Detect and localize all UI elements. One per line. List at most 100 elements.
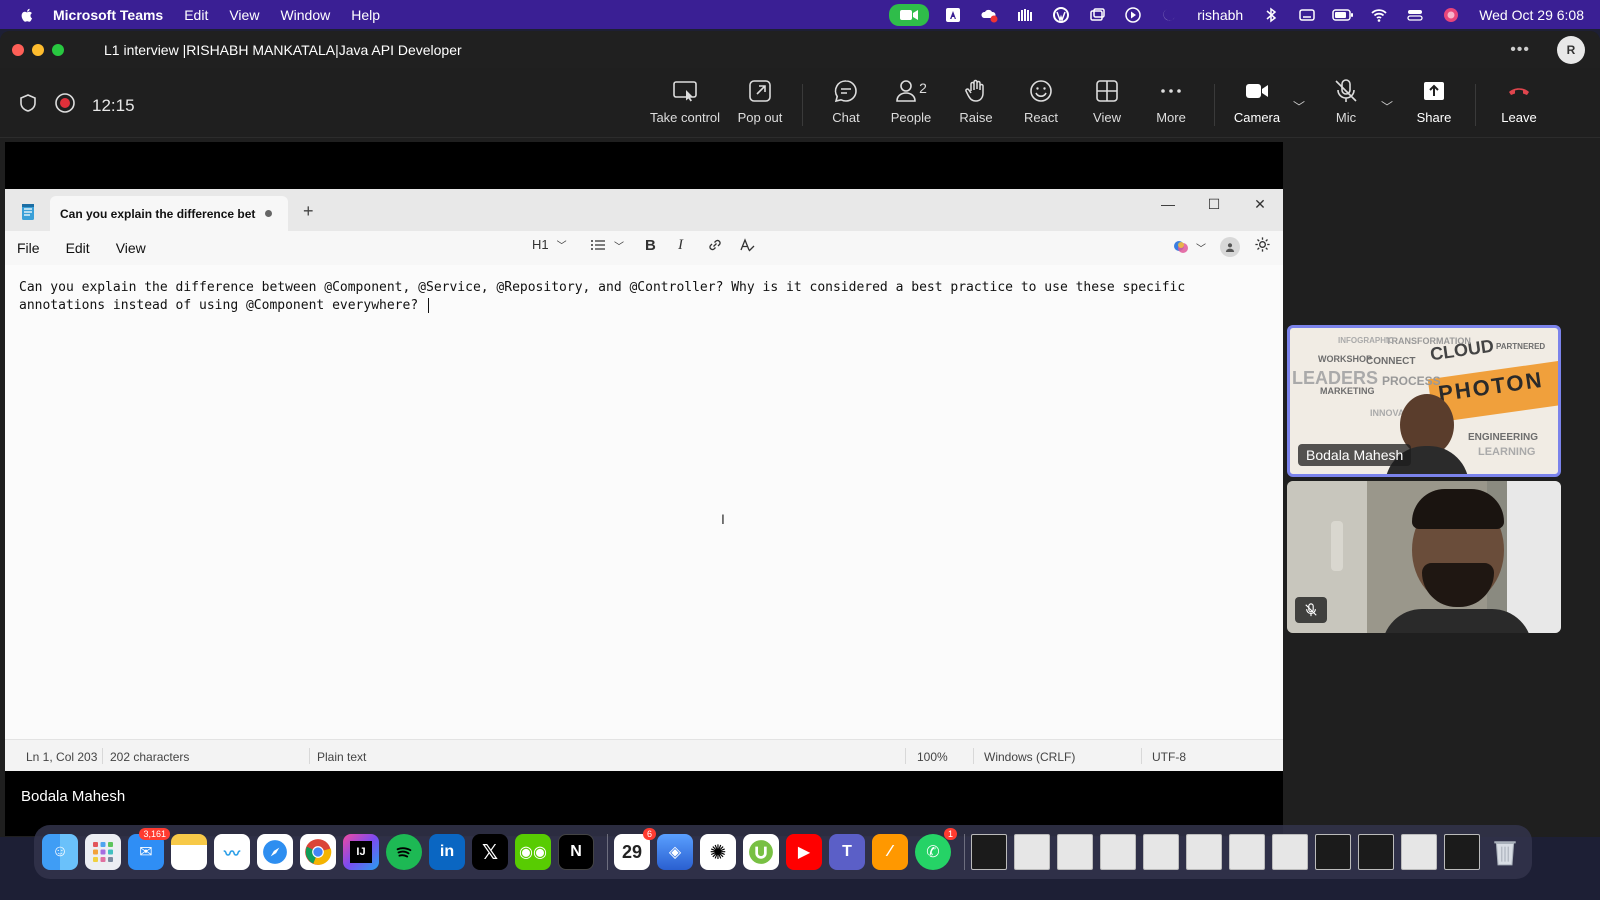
minimized-window-thumbnail[interactable] [1315,834,1351,870]
user-avatar[interactable]: R [1557,36,1585,64]
copilot-app-icon[interactable]: ◈ [657,834,693,870]
clear-formatting-icon[interactable] [739,237,755,253]
notepad-menu-view[interactable]: View [116,240,146,256]
people-button[interactable]: 2 People [887,78,935,133]
minimized-window-thumbnail[interactable] [1057,834,1093,870]
chatgpt-icon[interactable]: ✺ [700,834,736,870]
shield-icon[interactable] [18,93,38,118]
duolingo-icon[interactable]: ◉◉ [515,834,551,870]
self-video-tile[interactable] [1287,481,1561,633]
zoom-level[interactable]: 100% [917,750,948,764]
utorrent-icon[interactable] [743,834,779,870]
minimized-window-thumbnail[interactable] [1014,834,1050,870]
participant-video-tile[interactable]: CLOUD PHOTON CONNECT PROCESS TRANSFORMAT… [1287,325,1561,477]
take-control-button[interactable]: Take control [647,78,723,133]
minimize-icon[interactable]: — [1145,189,1191,219]
chrome-icon[interactable] [300,834,336,870]
calendar-icon[interactable]: 29 6 [614,828,656,870]
menubar-help[interactable]: Help [351,7,380,23]
minimized-window-thumbnail[interactable] [1229,834,1265,870]
mic-options-chevron-icon[interactable]: ﹀ [1381,98,1393,115]
keyboard-icon[interactable] [1289,0,1325,29]
camera-button[interactable]: Camera [1232,78,1282,133]
launchpad-icon[interactable] [85,834,121,870]
chat-button[interactable]: Chat [826,78,866,133]
trash-icon[interactable] [1487,834,1523,870]
play-icon[interactable] [1115,0,1151,29]
view-button[interactable]: View [1088,78,1126,133]
more-button[interactable]: More [1152,78,1190,133]
line-ending[interactable]: Windows (CRLF) [984,750,1075,764]
battery-icon[interactable] [1325,0,1361,29]
freeform-icon[interactable]: 〰 [214,834,250,870]
menubar-view[interactable]: View [229,7,259,23]
minimized-window-thumbnail[interactable] [1272,834,1308,870]
notepad-tab[interactable]: Can you explain the difference bet [50,196,288,231]
minimized-window-thumbnail[interactable] [1444,834,1480,870]
settings-gear-icon[interactable] [1254,236,1271,258]
share-button[interactable]: Share [1414,78,1454,133]
bluetooth-icon[interactable] [1253,0,1289,29]
notepad-menu-file[interactable]: File [17,240,40,256]
wordpress-icon[interactable] [1043,0,1079,29]
link-icon[interactable] [707,237,723,253]
bold-icon[interactable]: B [645,237,656,254]
italic-icon[interactable]: I [678,237,683,254]
minimize-window-button[interactable] [32,43,44,56]
mail-icon[interactable]: ✉ 3,161 [128,828,170,870]
apple-menu-icon[interactable] [19,7,35,23]
new-tab-plus-icon[interactable]: + [303,201,314,222]
sublime-icon[interactable]: ⁄ [872,834,908,870]
teams-video-indicator-icon[interactable] [889,3,930,26]
spotify-icon[interactable] [386,834,422,870]
moon-icon[interactable] [1151,0,1187,29]
minimized-window-thumbnail[interactable] [1358,834,1394,870]
intellij-icon[interactable]: IJ [343,834,379,870]
menubar-app-name[interactable]: Microsoft Teams [53,7,163,23]
wifi-icon[interactable] [1361,0,1397,29]
notes-icon[interactable] [171,834,207,870]
finder-icon[interactable]: ☺ [42,834,78,870]
menubar-username[interactable]: rishabh [1197,7,1243,23]
pop-out-button[interactable]: Pop out [734,78,786,133]
notepad-text-area[interactable]: Can you explain the difference between @… [5,265,1283,739]
minimized-window-thumbnail[interactable] [1100,834,1136,870]
maximize-icon[interactable]: ☐ [1191,189,1237,219]
menubar-datetime[interactable]: Wed Oct 29 6:08 [1479,7,1584,23]
text-tool-icon[interactable] [935,0,971,29]
notion-icon[interactable]: N [558,834,594,870]
raise-hand-button[interactable]: Raise [954,78,998,133]
cursor-position[interactable]: Ln 1, Col 203 [26,750,97,764]
teams-app-icon[interactable]: T [829,834,865,870]
notepad-menu-edit[interactable]: Edit [66,240,90,256]
menubar-window[interactable]: Window [280,7,330,23]
react-button[interactable]: React [1020,78,1062,133]
zoom-window-button[interactable] [52,43,64,56]
x-twitter-icon[interactable]: 𝕏 [472,834,508,870]
minimized-window-thumbnail[interactable] [1401,834,1437,870]
youtube-icon[interactable]: ▶ [786,834,822,870]
heading-dropdown[interactable]: H1 ﹀ [532,237,567,252]
linkedin-icon[interactable]: in [429,834,465,870]
safari-icon[interactable] [257,834,293,870]
close-window-button[interactable] [12,43,24,56]
encoding[interactable]: UTF-8 [1152,750,1186,764]
control-center-icon[interactable] [1397,0,1433,29]
copilot-dropdown[interactable]: ﹀ [1172,238,1206,256]
menubar-edit[interactable]: Edit [184,7,208,23]
minimized-window-thumbnail[interactable] [1186,834,1222,870]
creative-cloud-icon[interactable] [971,0,1007,29]
whatsapp-icon[interactable]: ✆ 1 [915,828,957,870]
window-stack-icon[interactable] [1079,0,1115,29]
file-format[interactable]: Plain text [317,750,366,764]
list-dropdown[interactable]: ﹀ [590,237,624,253]
siri-icon[interactable] [1433,0,1469,29]
mic-button[interactable]: Mic [1330,78,1362,133]
unsaved-dot-icon[interactable] [265,210,272,217]
more-options-icon[interactable]: ••• [1510,41,1530,59]
close-icon[interactable]: ✕ [1237,189,1283,219]
camera-options-chevron-icon[interactable]: ﹀ [1293,98,1305,115]
hands-icon[interactable] [1007,0,1043,29]
minimized-window-thumbnail[interactable] [971,834,1007,870]
leave-button[interactable]: Leave [1499,78,1539,133]
